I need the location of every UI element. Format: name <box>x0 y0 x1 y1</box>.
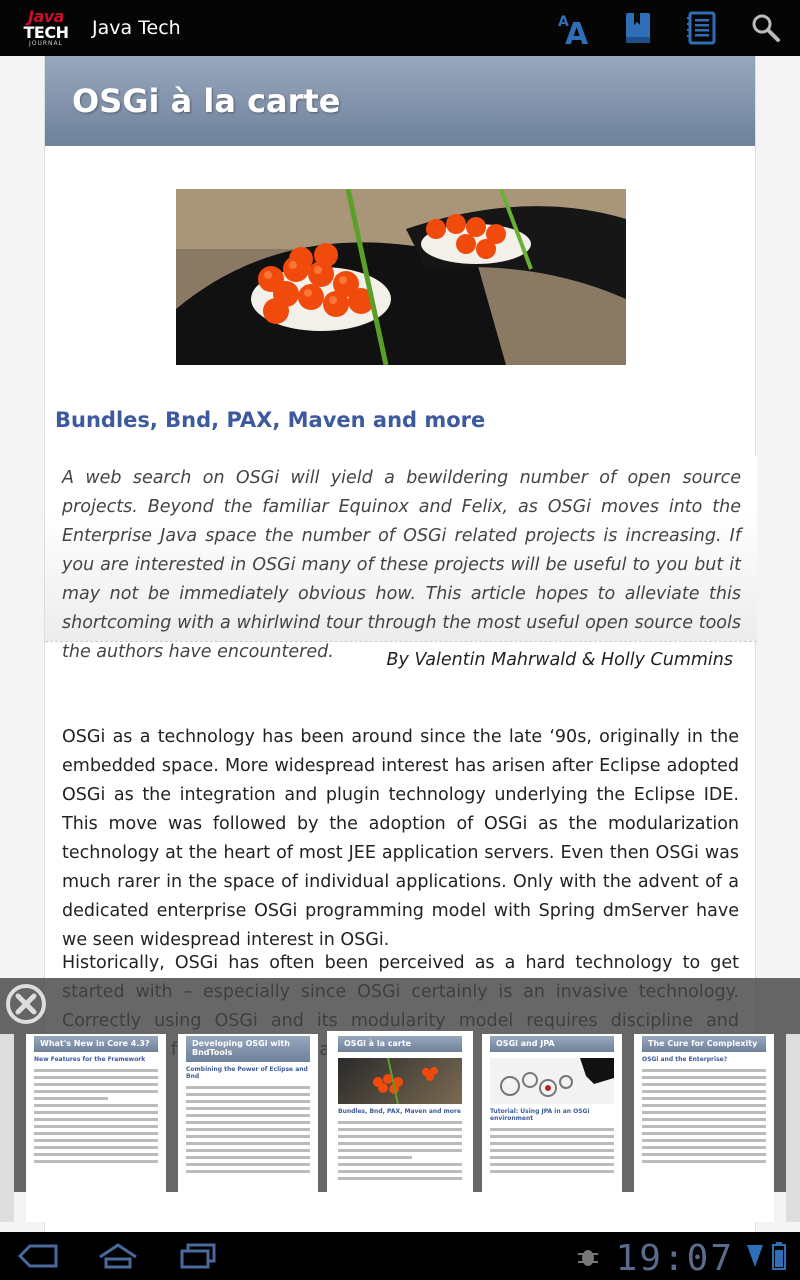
thumbnail-title: OSGi and JPA <box>490 1036 614 1052</box>
thumbnail-image <box>490 1058 614 1104</box>
thumbnail-subtitle: New Features for the Framework <box>34 1056 146 1063</box>
close-strip-button[interactable] <box>4 982 48 1026</box>
bookmark-icon[interactable] <box>618 8 658 48</box>
home-button[interactable] <box>94 1240 142 1272</box>
logo-line2: TECH <box>23 23 69 42</box>
table-of-contents-icon[interactable] <box>682 8 722 48</box>
hero-image <box>176 189 626 365</box>
body-paragraph: OSGi as a technology has been around sin… <box>62 727 739 950</box>
thumbnail-title: Developing OSGi with BndTools <box>186 1036 310 1062</box>
thumbnail-page[interactable]: Developing OSGi with BndTools Combining … <box>178 1034 318 1222</box>
screen: Java TECH JOURNAL Java Tech A A OSGi à l… <box>0 0 800 1280</box>
close-icon <box>6 984 46 1024</box>
back-button[interactable] <box>14 1240 62 1272</box>
thumbnail-text-lines <box>490 1128 614 1173</box>
thumbnail-text-lines <box>186 1086 310 1173</box>
thumbnail-text-lines <box>338 1121 462 1180</box>
thumbnail-title: The Cure for Complexity <box>642 1036 766 1052</box>
action-bar: Java TECH JOURNAL Java Tech A A <box>0 0 800 56</box>
thumbnail-page-selected[interactable]: OSGi à la carte Bundles, Bnd, PAX, Maven… <box>327 1031 473 1225</box>
battery-icon <box>768 1240 790 1272</box>
article-subheading: Bundles, Bnd, PAX, Maven and more <box>55 408 486 432</box>
thumbnail-title: OSGi à la carte <box>338 1036 462 1052</box>
thumbnail-title: What's New in Core 4.3? <box>34 1036 158 1052</box>
thumbnail-text-lines <box>34 1069 158 1163</box>
debug-icon <box>574 1240 602 1272</box>
home-icon <box>99 1243 137 1269</box>
thumbnail-text-lines <box>642 1069 766 1163</box>
thumbnail-edge <box>786 1034 800 1222</box>
app-logo[interactable]: Java TECH JOURNAL <box>20 8 72 48</box>
svg-text:A: A <box>565 17 589 46</box>
back-icon <box>17 1244 58 1268</box>
thumbnail-subtitle: OSGi and the Enterprise? <box>642 1056 728 1063</box>
logo-line3: JOURNAL <box>29 40 63 47</box>
system-bar: 19:07 <box>0 1232 800 1280</box>
recent-apps-icon <box>180 1243 216 1269</box>
thumbnail-subtitle: Bundles, Bnd, PAX, Maven and more <box>338 1108 461 1115</box>
recent-apps-button[interactable] <box>174 1240 222 1272</box>
thumbnail-page[interactable]: What's New in Core 4.3? New Features for… <box>26 1034 166 1222</box>
thumbnail-image <box>338 1058 462 1104</box>
thumbnail-list: What's New in Core 4.3? New Features for… <box>0 1031 800 1225</box>
thumbnail-page[interactable]: OSGi and JPA Tutorial: Using JPA in an O… <box>482 1034 622 1222</box>
article-intro: A web search on OSGi will yield a bewild… <box>45 456 757 662</box>
font-size-icon[interactable]: A A <box>554 8 594 48</box>
article-title: OSGi à la carte <box>72 82 341 120</box>
search-icon[interactable] <box>746 8 786 48</box>
thumbnail-edge <box>0 1034 14 1222</box>
article-title-band: OSGi à la carte <box>45 56 755 146</box>
signal-icon <box>744 1240 766 1272</box>
thumbnail-page[interactable]: The Cure for Complexity OSGi and the Ent… <box>634 1034 774 1222</box>
app-title: Java Tech <box>92 17 181 39</box>
thumbnail-subtitle: Tutorial: Using JPA in an OSGi environme… <box>490 1108 590 1122</box>
status-clock: 19:07 <box>615 1238 734 1279</box>
article-byline: By Valentin Mahrwald & Holly Cummins <box>386 650 733 670</box>
intro-text: A web search on OSGi will yield a bewild… <box>62 468 741 662</box>
thumbnail-subtitle: Combining the Power of Eclipse and Bnd <box>186 1066 308 1080</box>
